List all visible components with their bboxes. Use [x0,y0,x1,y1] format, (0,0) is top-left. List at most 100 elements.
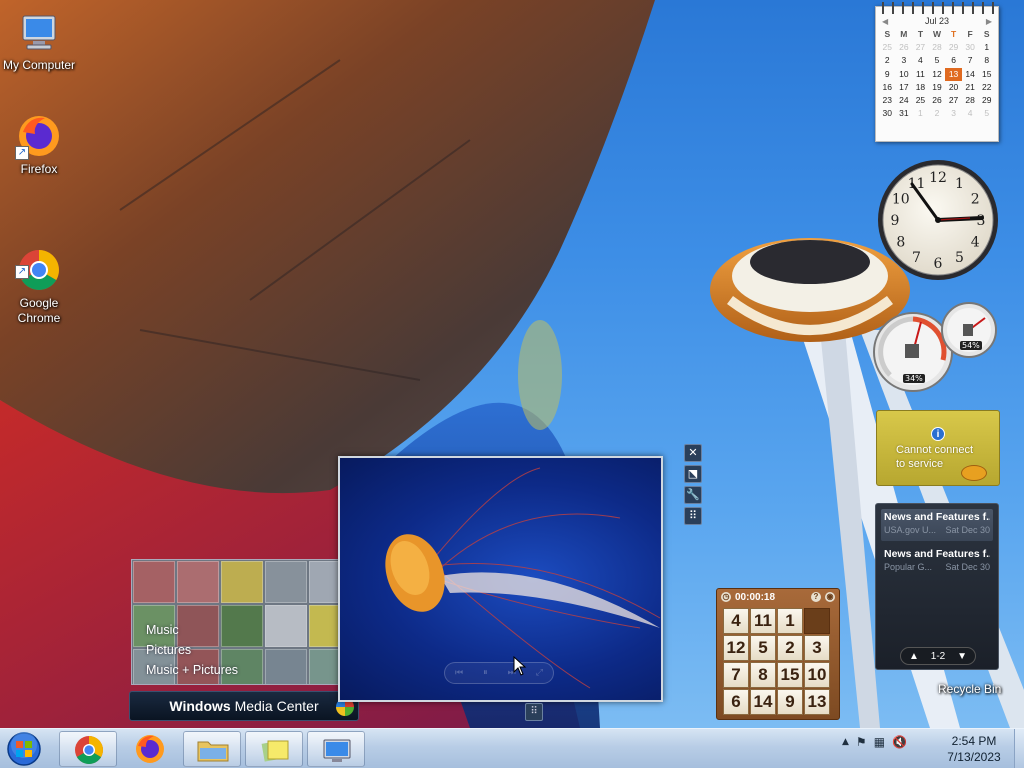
puzzle-tile[interactable]: 2 [777,635,803,661]
puzzle-picture-icon[interactable]: ◉ [825,592,835,602]
cpu-meter-gadget[interactable]: 34% 54% [873,300,1001,396]
puzzle-tile[interactable]: 9 [777,689,803,715]
calendar-day[interactable]: 25 [912,94,929,107]
calendar-day[interactable]: 30 [879,107,896,120]
calendar-day[interactable]: 28 [929,41,946,54]
calendar-day[interactable]: 20 [945,81,962,94]
calendar-day[interactable]: 8 [978,54,995,67]
calendar-day[interactable]: 26 [929,94,946,107]
calendar-day[interactable]: 27 [945,94,962,107]
puzzle-tile[interactable]: 15 [777,662,803,688]
feed-prev-button[interactable]: ▲ [909,651,919,662]
calendar-day[interactable]: 7 [962,54,979,67]
calendar-day[interactable]: 27 [912,41,929,54]
puzzle-empty-slot[interactable] [804,608,830,634]
clock-gadget[interactable]: 12 1 2 3 4 5 6 7 8 9 10 11 [876,158,1000,282]
show-hidden-icons-button[interactable]: ▲ [842,737,849,747]
media-menu-item-music[interactable]: Music [146,620,238,640]
feed-headlines-gadget[interactable]: News and Features f... USA.gov U... Sat … [875,503,999,670]
calendar-day[interactable]: 30 [962,41,979,54]
puzzle-tile[interactable]: 6 [723,689,749,715]
calendar-day[interactable]: 14 [962,68,979,81]
puzzle-tile[interactable]: 4 [723,608,749,634]
calendar-day[interactable]: 1 [978,41,995,54]
feed-next-button[interactable]: ▼ [957,651,967,662]
feed-item[interactable]: News and Features f... Popular G... Sat … [881,546,993,578]
network-icon[interactable]: ▦ [874,735,885,749]
media-center-launch-bar[interactable]: Windows Media Center [129,691,359,721]
taskbar-sticky-notes[interactable] [245,731,303,767]
calendar-day[interactable]: 1 [912,107,929,120]
calendar-day[interactable]: 12 [929,68,946,81]
taskbar-remote-desktop[interactable] [307,731,365,767]
pause-icon[interactable]: ⏸ [483,668,488,678]
calendar-day[interactable]: 25 [879,41,896,54]
calendar-day[interactable]: 16 [879,81,896,94]
drag-handle-icon[interactable]: ⠿ [684,507,702,525]
calendar-day[interactable]: 5 [978,107,995,120]
calendar-next-button[interactable]: ▶ [986,17,992,26]
calendar-day[interactable]: 26 [896,41,913,54]
puzzle-tile[interactable]: 11 [750,608,776,634]
start-button[interactable] [4,730,44,768]
calendar-day[interactable]: 28 [962,94,979,107]
puzzle-tile[interactable]: 3 [804,635,830,661]
calendar-day[interactable]: 9 [879,68,896,81]
media-menu-item-music-pictures[interactable]: Music + Pictures [146,660,238,680]
previous-icon[interactable]: ⏮ [455,668,463,678]
calendar-day[interactable]: 6 [945,54,962,67]
desktop-icon-my-computer[interactable]: My Computer [0,8,78,73]
puzzle-tile[interactable]: 7 [723,662,749,688]
calendar-day[interactable]: 19 [929,81,946,94]
taskbar-chrome[interactable] [59,731,117,767]
calendar-day[interactable]: 4 [912,54,929,67]
slideshow-gadget[interactable]: ⏮ ⏸ ⏭ ⤢ [338,456,663,702]
picture-puzzle-gadget[interactable]: ◷ 00:00:18 ? ◉ 4 11 1 12 5 2 3 7 8 15 10 6 14 9 13 [716,588,840,720]
calendar-day[interactable]: 23 [879,94,896,107]
desktop-icon-google-chrome[interactable]: ↗ Google Chrome [0,216,78,341]
calendar-day[interactable]: 3 [945,107,962,120]
calendar-day[interactable]: 24 [896,94,913,107]
drag-handle-icon[interactable]: ⠿ [525,703,543,721]
action-center-icon[interactable]: ⚑ [856,735,867,749]
wrench-icon[interactable]: 🔧 [684,486,702,504]
taskbar-file-explorer[interactable] [183,731,241,767]
calendar-day[interactable]: 15 [978,68,995,81]
calendar-day[interactable]: 2 [929,107,946,120]
show-desktop-button[interactable] [1014,729,1024,768]
calendar-day[interactable]: 11 [912,68,929,81]
puzzle-tile[interactable]: 1 [777,608,803,634]
feed-item[interactable]: News and Features f... USA.gov U... Sat … [881,509,993,541]
puzzle-tile[interactable]: 10 [804,662,830,688]
calendar-day[interactable]: 5 [929,54,946,67]
taskbar-firefox[interactable] [121,731,179,767]
puzzle-tile[interactable]: 13 [804,689,830,715]
calendar-prev-button[interactable]: ◀ [882,17,888,26]
puzzle-tile[interactable]: 12 [723,635,749,661]
calendar-day[interactable]: 17 [896,81,913,94]
weather-gadget[interactable]: i Cannot connect to service [876,410,1000,486]
calendar-day[interactable]: 4 [962,107,979,120]
fullscreen-icon[interactable]: ⤢ [536,668,543,678]
close-icon[interactable]: ✕ [684,444,702,462]
calendar-day[interactable]: 10 [896,68,913,81]
calendar-day[interactable]: 31 [896,107,913,120]
media-center-gadget[interactable]: Music Pictures Music + Pictures [131,559,357,685]
calendar-day[interactable]: 22 [978,81,995,94]
calendar-day[interactable]: 29 [978,94,995,107]
volume-muted-icon[interactable]: 🔇 [892,735,907,749]
desktop-icon-recycle-bin[interactable]: Recycle Bin [938,682,1001,696]
calendar-day[interactable]: 21 [962,81,979,94]
puzzle-tile[interactable]: 14 [750,689,776,715]
calendar-gadget[interactable]: ◀ Jul 23 ▶ S M T W T F S 25 26 27 28 29 30 1 2 3… [875,2,999,142]
media-menu-item-pictures[interactable]: Pictures [146,640,238,660]
puzzle-tile[interactable]: 8 [750,662,776,688]
calendar-day[interactable]: 18 [912,81,929,94]
desktop-icon-firefox[interactable]: ↗ Firefox [0,112,78,177]
calendar-day[interactable]: 29 [945,41,962,54]
taskbar-clock[interactable]: 2:54 PM 7/13/2023 [936,733,1012,765]
calendar-day[interactable]: 13 [945,67,962,81]
puzzle-help-button[interactable]: ? [811,592,821,602]
puzzle-tile[interactable]: 5 [750,635,776,661]
calendar-day[interactable]: 3 [896,54,913,67]
